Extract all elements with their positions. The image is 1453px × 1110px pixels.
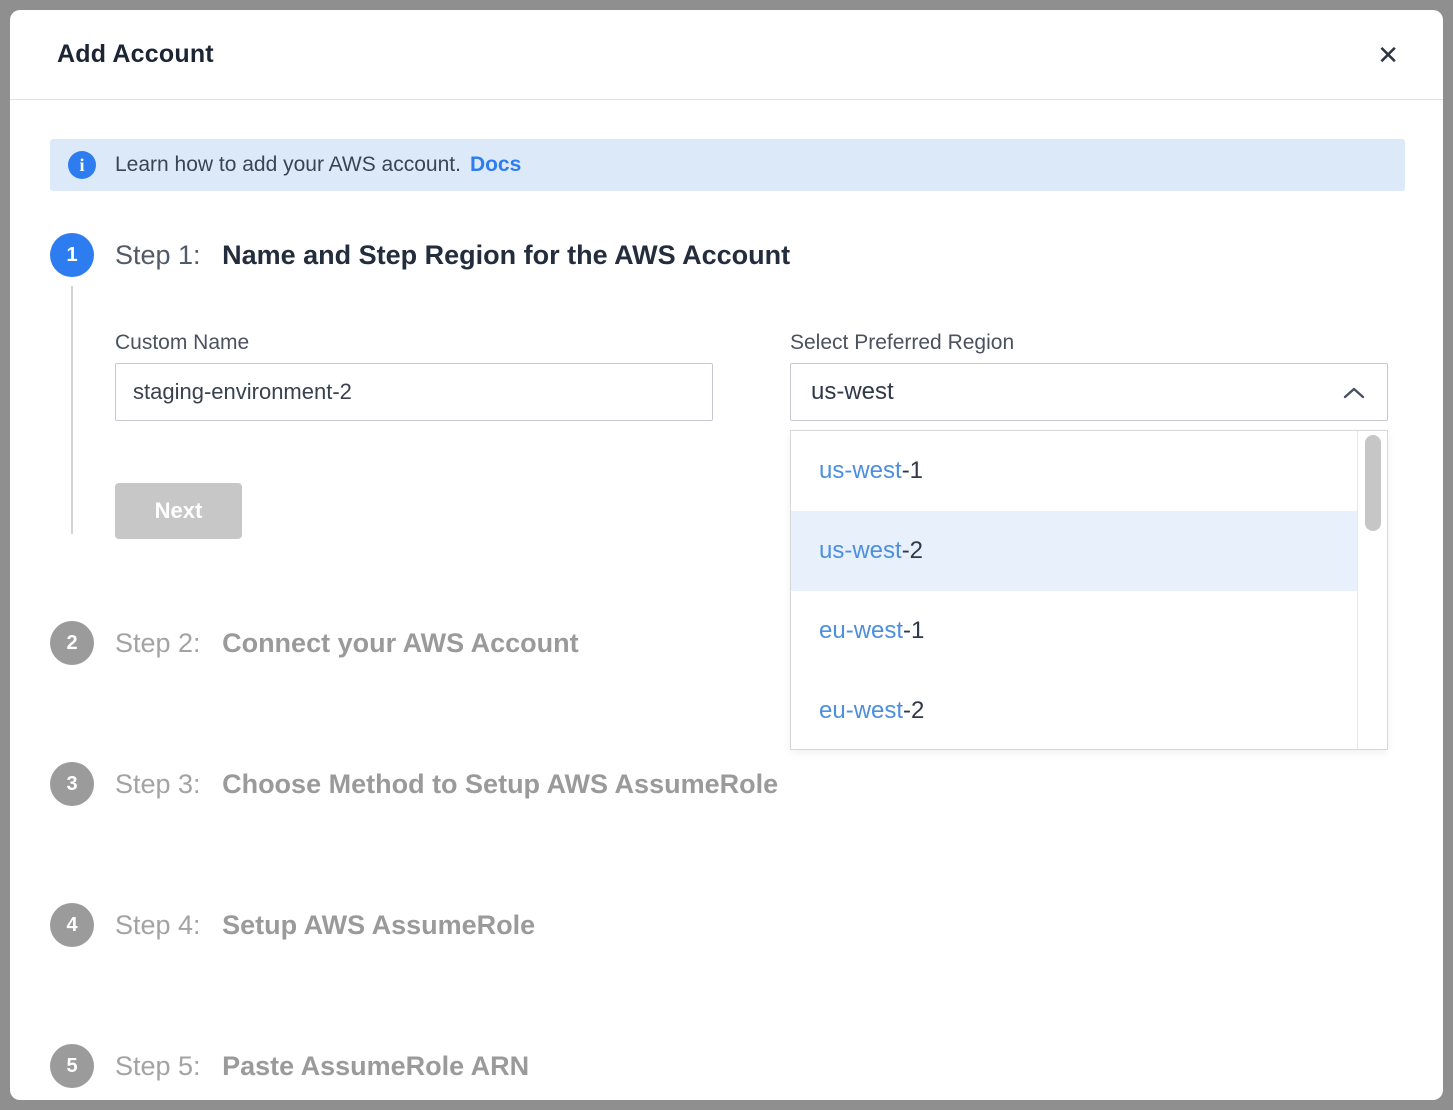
- modal-header: Add Account ✕: [10, 10, 1443, 100]
- step-1-body: Step 1: Name and Step Region for the AWS…: [115, 233, 1405, 539]
- step-2-indicator: 2: [50, 621, 94, 665]
- step-4: 4 Step 4: Setup AWS AssumeRole: [50, 903, 1405, 1044]
- region-option-us-west-2[interactable]: us-west-2: [791, 511, 1357, 591]
- step-3-body: Step 3: Choose Method to Setup AWS Assum…: [115, 762, 1405, 820]
- step-1-prefix: Step 1:: [115, 240, 201, 270]
- add-account-modal: Add Account ✕ i Learn how to add your AW…: [10, 10, 1443, 1100]
- step-5-body: Step 5: Paste AssumeRole ARN: [115, 1044, 1405, 1088]
- dropdown-scrollbar-track: [1357, 431, 1387, 749]
- modal-title: Add Account: [57, 40, 214, 69]
- step-4-indicator: 4: [50, 903, 94, 947]
- banner-text: Learn how to add your AWS account.: [115, 153, 461, 177]
- step-3: 3 Step 3: Choose Method to Setup AWS Ass…: [50, 762, 1405, 903]
- step-1-title: Step 1: Name and Step Region for the AWS…: [115, 233, 1405, 277]
- step-5-name: Paste AssumeRole ARN: [222, 1051, 529, 1081]
- step-2-rail: 2: [50, 621, 94, 679]
- modal-body: i Learn how to add your AWS account. Doc…: [10, 100, 1443, 1100]
- next-button[interactable]: Next: [115, 483, 242, 539]
- step-4-rail: 4: [50, 903, 94, 961]
- steps-wizard: 1 Step 1: Name and Step Region for the A…: [50, 233, 1405, 1088]
- region-dropdown: us-west-1 us-west-2 eu-west-1: [790, 430, 1388, 750]
- custom-name-input[interactable]: [115, 363, 713, 421]
- step-connector: [71, 286, 73, 534]
- step-4-title: Step 4: Setup AWS AssumeRole: [115, 903, 1405, 947]
- region-option-eu-west-1[interactable]: eu-west-1: [791, 591, 1357, 671]
- region-options: us-west-1 us-west-2 eu-west-1: [791, 431, 1357, 749]
- dropdown-scrollbar-thumb[interactable]: [1365, 435, 1381, 531]
- step-1-indicator: 1: [50, 233, 94, 277]
- step-3-indicator: 3: [50, 762, 94, 806]
- step-5-prefix: Step 5:: [115, 1051, 201, 1081]
- step-1-rail: 1: [50, 233, 94, 539]
- step-5: 5 Step 5: Paste AssumeRole ARN: [50, 1044, 1405, 1088]
- chevron-up-icon: [1343, 386, 1365, 399]
- option-rest-text: -2: [903, 697, 924, 725]
- region-option-eu-west-2[interactable]: eu-west-2: [791, 671, 1357, 751]
- step-1-form: Custom Name Select Preferred Region us-w…: [115, 331, 1405, 421]
- step-4-prefix: Step 4:: [115, 910, 201, 940]
- step-5-indicator: 5: [50, 1044, 94, 1088]
- step-3-rail: 3: [50, 762, 94, 820]
- option-match-text: eu-west: [819, 617, 903, 645]
- step-2-prefix: Step 2:: [115, 628, 201, 658]
- option-rest-text: -1: [903, 617, 924, 645]
- custom-name-field: Custom Name: [115, 331, 713, 421]
- custom-name-label: Custom Name: [115, 331, 713, 355]
- option-match-text: us-west: [819, 537, 902, 565]
- option-rest-text: -1: [902, 457, 923, 485]
- docs-link[interactable]: Docs: [470, 153, 521, 177]
- info-glyph: i: [79, 155, 84, 176]
- region-option-us-west-1[interactable]: us-west-1: [791, 431, 1357, 511]
- step-3-name: Choose Method to Setup AWS AssumeRole: [222, 769, 778, 799]
- step-1-name: Name and Step Region for the AWS Account: [222, 240, 790, 270]
- step-4-body: Step 4: Setup AWS AssumeRole: [115, 903, 1405, 961]
- close-button[interactable]: ✕: [1373, 38, 1403, 72]
- step-2-name: Connect your AWS Account: [222, 628, 579, 658]
- region-select-value: us-west: [811, 378, 894, 406]
- close-icon: ✕: [1377, 40, 1399, 70]
- step-3-prefix: Step 3:: [115, 769, 201, 799]
- step-5-rail: 5: [50, 1044, 94, 1088]
- option-match-text: eu-west: [819, 697, 903, 725]
- region-field: Select Preferred Region us-west: [790, 331, 1388, 421]
- option-rest-text: -2: [902, 537, 923, 565]
- info-banner: i Learn how to add your AWS account. Doc…: [50, 139, 1405, 191]
- region-label: Select Preferred Region: [790, 331, 1388, 355]
- step-1: 1 Step 1: Name and Step Region for the A…: [50, 233, 1405, 621]
- step-5-title: Step 5: Paste AssumeRole ARN: [115, 1044, 1405, 1088]
- option-match-text: us-west: [819, 457, 902, 485]
- info-icon: i: [68, 151, 96, 179]
- step-3-title: Step 3: Choose Method to Setup AWS Assum…: [115, 762, 1405, 806]
- step-4-name: Setup AWS AssumeRole: [222, 910, 535, 940]
- region-select[interactable]: us-west: [790, 363, 1388, 421]
